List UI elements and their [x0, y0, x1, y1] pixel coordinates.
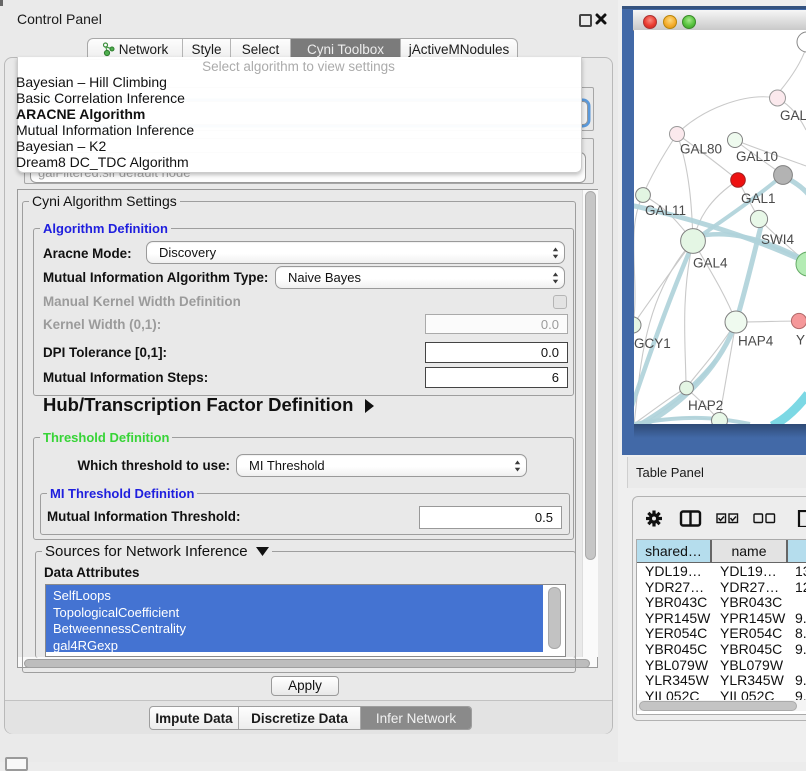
svg-text:GAL80: GAL80: [680, 142, 722, 157]
svg-text:GAL11: GAL11: [645, 203, 686, 218]
svg-text:HAP4: HAP4: [738, 334, 774, 349]
svg-text:GCY1: GCY1: [634, 336, 671, 351]
svg-text:GAL4: GAL4: [693, 256, 728, 271]
svg-text:HAP2: HAP2: [688, 398, 723, 413]
svg-text:Y: Y: [796, 333, 805, 348]
svg-text:GAL1: GAL1: [741, 191, 776, 206]
svg-text:GAL: GAL: [780, 108, 806, 123]
svg-text:SWI4: SWI4: [761, 232, 794, 247]
svg-text:GAL10: GAL10: [736, 149, 778, 164]
